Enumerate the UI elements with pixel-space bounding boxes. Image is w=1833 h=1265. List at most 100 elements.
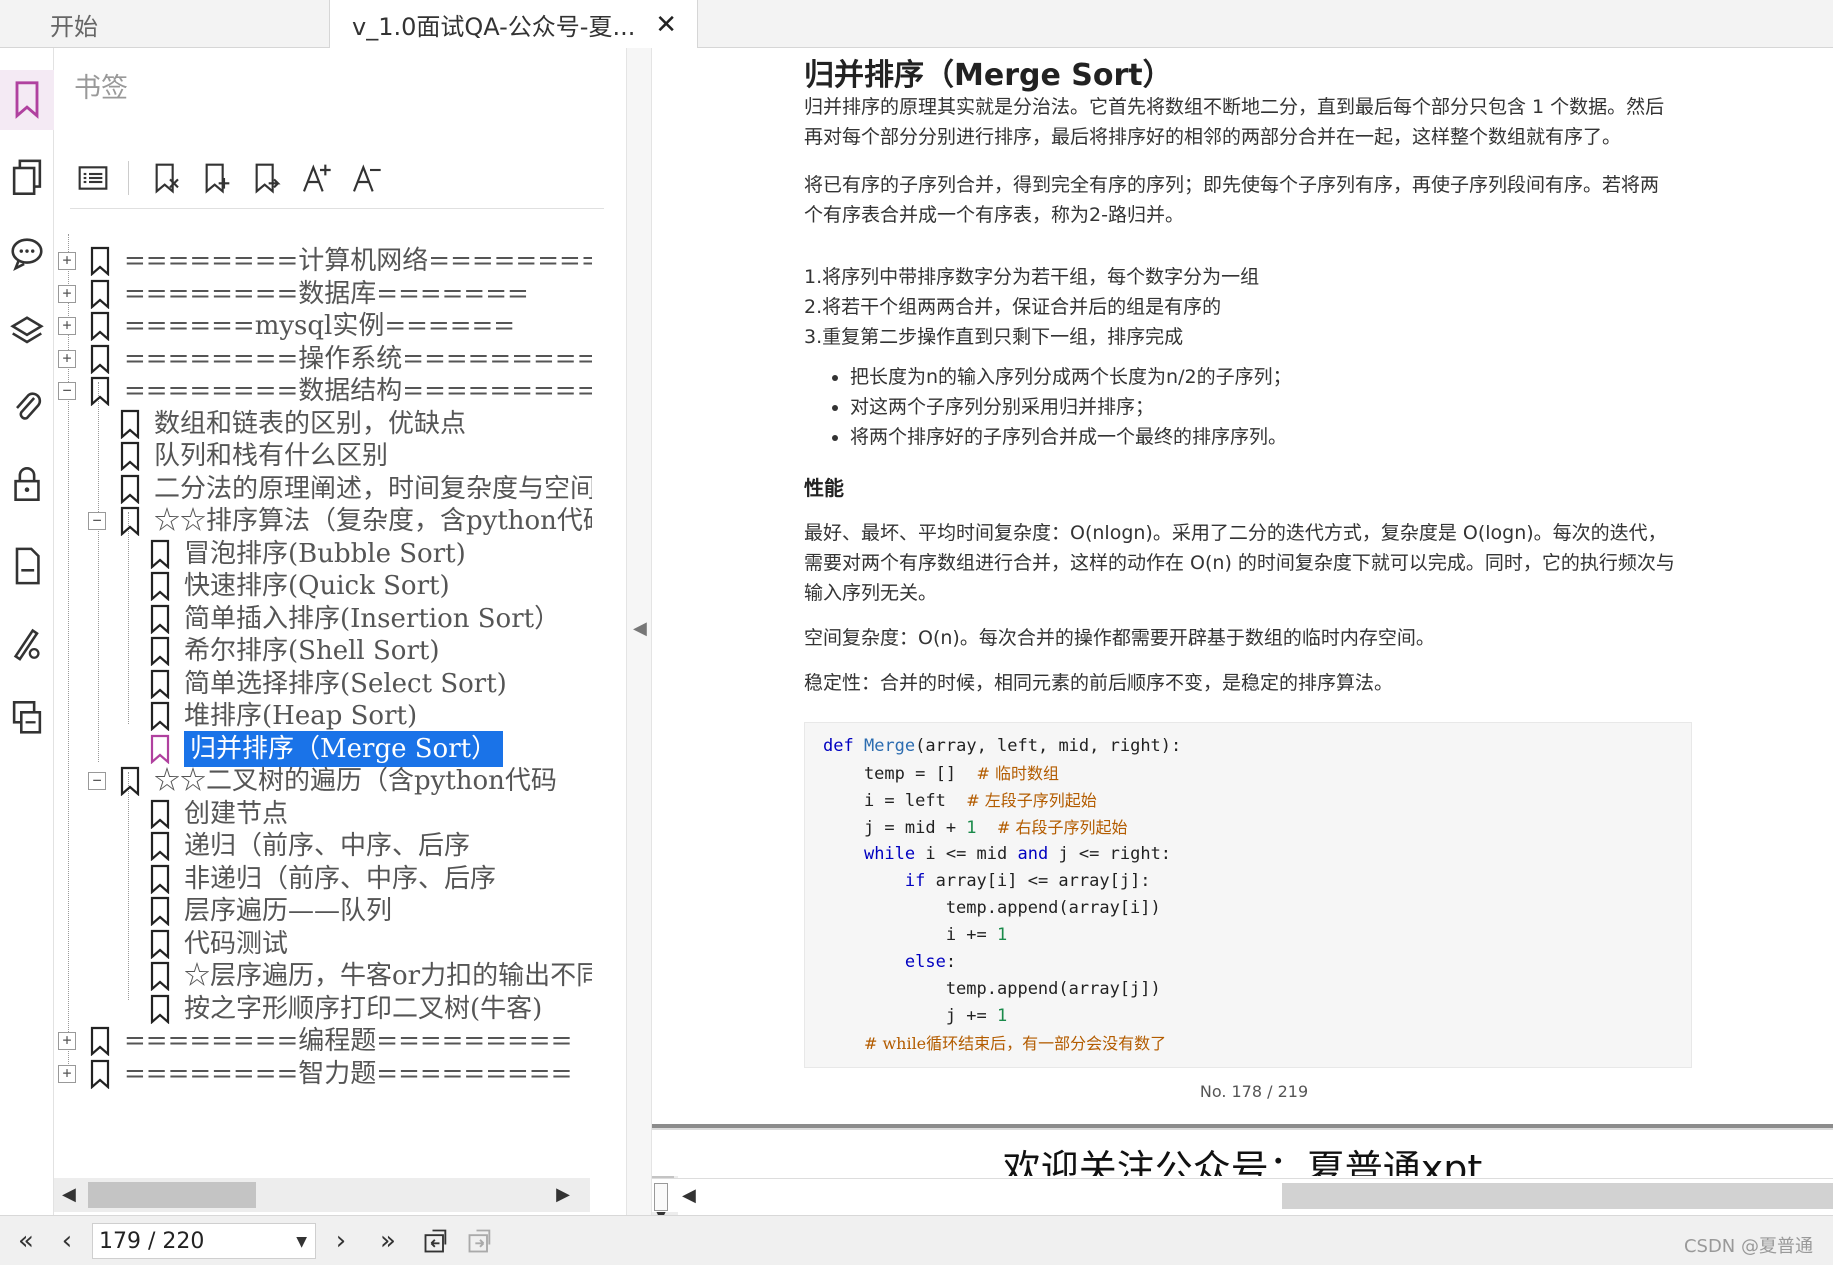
- delete-bookmark-icon[interactable]: [143, 158, 189, 198]
- step-item: 3.重复第二步操作直到只剩下一组，排序完成: [804, 326, 1184, 348]
- code-line: else:: [823, 949, 1691, 976]
- code-block: def Merge(array, left, mid, right): temp…: [804, 722, 1692, 1068]
- collapse-panel-icon[interactable]: ◀: [633, 618, 647, 639]
- close-tab-icon[interactable]: ✕: [655, 10, 677, 40]
- chevron-down-icon[interactable]: ▼: [296, 1234, 307, 1250]
- previous-page-button[interactable]: ‹: [52, 1224, 82, 1258]
- side-rail: [0, 48, 54, 1215]
- bookmark-icon: [120, 474, 140, 504]
- bookmark-icon: [150, 636, 170, 666]
- expand-toggle[interactable]: +: [58, 350, 76, 368]
- next-page-button[interactable]: ›: [326, 1224, 356, 1258]
- document-icon[interactable]: [0, 536, 54, 596]
- code-text: (array, left, mid, right):: [915, 736, 1182, 756]
- bullet-item: 把长度为n的输入序列分成两个长度为n/2的子序列；: [850, 362, 1684, 392]
- navigation-bar: « ‹ 179 / 220 ▼ › » CSDN @夏普通: [0, 1215, 1833, 1265]
- code-line: temp.append(array[j]): [823, 979, 1161, 999]
- panel-divider: [70, 208, 604, 209]
- increase-font-icon[interactable]: [293, 158, 339, 198]
- tree-item-label: 队列和栈有什么区别: [154, 441, 389, 471]
- scrollbar-thumb[interactable]: [88, 1182, 256, 1208]
- tab-document[interactable]: v_1.0面试QA-公众号-夏... ✕: [330, 0, 698, 48]
- bookmark-icon: [90, 246, 110, 276]
- collapse-toggle[interactable]: −: [88, 772, 106, 790]
- panel-title: 书签: [74, 73, 128, 104]
- paragraph-line: 需要对两个有序数组进行合并，这样的动作在 O(n) 的时间复杂度下就可以完成。同…: [804, 552, 1675, 574]
- code-number: 1: [997, 1006, 1008, 1026]
- compare-icon[interactable]: [0, 688, 54, 748]
- previous-view-button[interactable]: [418, 1224, 454, 1258]
- attachment-icon[interactable]: [0, 378, 54, 438]
- tree-item-label: 希尔排序(Shell Sort): [184, 636, 440, 666]
- add-child-bookmark-icon[interactable]: [243, 158, 289, 198]
- bookmark-icon: [150, 961, 170, 991]
- bookmark-icon: [120, 409, 140, 439]
- outline-icon[interactable]: [70, 158, 116, 198]
- last-page-button[interactable]: »: [370, 1224, 406, 1258]
- pages-icon[interactable]: [0, 148, 54, 208]
- section-title: 归并排序（Merge Sort）: [804, 58, 1173, 93]
- page-number-input[interactable]: 179 / 220 ▼: [92, 1223, 316, 1259]
- bookmark-toolbar: [70, 158, 393, 198]
- code-number: 1: [997, 925, 1008, 945]
- paragraph-line: 将已有序的子序列合并，得到完全有序的序列；即先使每个子序列有序，再使子序列段间有…: [804, 174, 1660, 196]
- comment-icon[interactable]: [0, 224, 54, 284]
- expand-toggle[interactable]: +: [58, 317, 76, 335]
- bookmark-icon: [90, 376, 110, 406]
- add-bookmark-icon[interactable]: [193, 158, 239, 198]
- bullet-list: 把长度为n的输入序列分成两个长度为n/2的子序列； 对这两个子序列分别采用归并排…: [824, 362, 1684, 452]
- scroll-left-icon[interactable]: ◀: [62, 1184, 76, 1205]
- bookmark-icon: [150, 604, 170, 634]
- bookmark-horizontal-scrollbar[interactable]: ◀ ▶: [54, 1178, 590, 1212]
- bookmark-icon: [150, 539, 170, 569]
- tree-item-label: ☆☆排序算法（复杂度，含python代码: [154, 506, 592, 536]
- code-comment: # 临时数组: [976, 764, 1060, 783]
- expand-toggle[interactable]: +: [58, 1065, 76, 1083]
- expand-toggle[interactable]: +: [58, 1032, 76, 1050]
- scroll-right-icon[interactable]: ▶: [556, 1184, 570, 1205]
- scrollbar-thumb[interactable]: [1282, 1183, 1833, 1209]
- next-view-button[interactable]: [462, 1224, 498, 1258]
- panel-splitter[interactable]: ◀: [626, 48, 652, 1215]
- bookmark-active-icon: [150, 734, 170, 764]
- scroll-left-icon[interactable]: ◀: [682, 1185, 696, 1206]
- bookmark-icon: [150, 799, 170, 829]
- previous-view-icon: [424, 1229, 447, 1253]
- bookmark-icon[interactable]: [0, 70, 54, 130]
- code-comment: # 左段子序列起始: [966, 791, 1097, 810]
- tree-item-label: ========智力题=========: [124, 1059, 573, 1089]
- scroll-corner: [654, 1183, 668, 1211]
- code-keyword: if: [904, 871, 926, 891]
- bookmark-icon: [150, 994, 170, 1024]
- code-keyword: else: [904, 952, 946, 972]
- code-text: i +=: [823, 925, 997, 945]
- paragraph: 空间复杂度：O(n)。每次合并的操作都需要开辟基于数组的临时内存空间。: [804, 627, 1435, 649]
- bookmark-icon: [150, 701, 170, 731]
- bookmark-icon: [120, 766, 140, 796]
- collapse-toggle[interactable]: −: [88, 512, 106, 530]
- tab-start[interactable]: 开始: [0, 0, 330, 48]
- first-page-button[interactable]: «: [8, 1224, 44, 1258]
- expand-toggle[interactable]: +: [58, 252, 76, 270]
- decrease-font-icon[interactable]: [343, 158, 389, 198]
- lock-icon[interactable]: [0, 454, 54, 514]
- tree-item-label: ☆☆二叉树的遍历（含python代码: [154, 766, 557, 796]
- code-keyword: while: [863, 844, 916, 864]
- tab-start-label: 开始: [50, 12, 98, 41]
- tree-item-label: 快速排序(Quick Sort): [184, 571, 450, 601]
- code-text: array[i] <= array[j]:: [925, 871, 1151, 891]
- tree-item-label: 递归（前序、中序、后序: [184, 831, 471, 861]
- expand-toggle[interactable]: +: [58, 285, 76, 303]
- tree-item-label: 层序遍历——队列: [184, 896, 393, 926]
- collapse-toggle[interactable]: −: [58, 382, 76, 400]
- paragraph: 将已有序的子序列合并，得到完全有序的序列；即先使每个子序列有序，再使子序列段间有…: [804, 170, 1694, 230]
- layers-icon[interactable]: [0, 302, 54, 362]
- signature-icon[interactable]: [0, 612, 54, 672]
- tree-item[interactable]: + ========智力题=========: [58, 1055, 572, 1093]
- bullet-item: 将两个排序好的子序列合并成一个最终的排序序列。: [850, 422, 1684, 452]
- tree-guide: [128, 512, 129, 724]
- document-horizontal-scrollbar[interactable]: ◀: [652, 1178, 1833, 1212]
- step-item: 1.将序列中带排序数字分为若干组，每个数字分为一组: [804, 266, 1260, 288]
